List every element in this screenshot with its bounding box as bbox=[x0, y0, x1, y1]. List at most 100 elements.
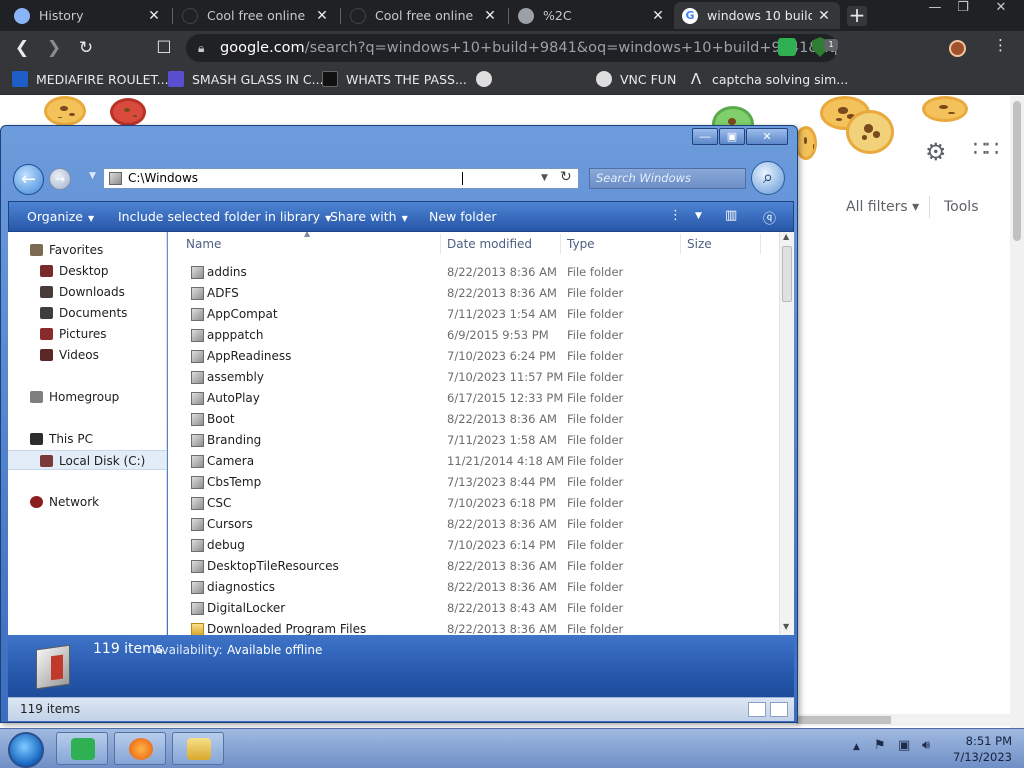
column-header-type[interactable]: Type bbox=[567, 232, 595, 256]
bookmark-whats-the-pass[interactable]: WHATS THE PASS... bbox=[322, 71, 467, 87]
recent-locations-dropdown-icon[interactable]: ▼ bbox=[89, 171, 96, 181]
new-folder-button[interactable]: New folder bbox=[429, 209, 497, 224]
scroll-up-icon[interactable]: ▲ bbox=[783, 232, 789, 241]
settings-gear-icon[interactable]: ⚙ bbox=[925, 138, 947, 166]
table-row[interactable]: Cursors 8/22/2013 8:36 AM File folder bbox=[168, 514, 778, 535]
flag-icon[interactable]: ⚑ bbox=[874, 738, 886, 753]
profile-avatar[interactable] bbox=[949, 40, 966, 57]
table-row[interactable]: AppCompat 7/11/2023 1:54 AM File folder bbox=[168, 304, 778, 325]
bookmark-mediafire[interactable]: MEDIAFIRE ROULET... bbox=[12, 71, 169, 87]
restore-icon[interactable]: ❐ bbox=[950, 1, 976, 17]
large-icons-view-icon[interactable] bbox=[770, 702, 788, 717]
nav-homegroup[interactable]: Homegroup bbox=[8, 387, 166, 407]
tab-close-icon[interactable]: ✕ bbox=[816, 8, 832, 24]
column-separator[interactable] bbox=[760, 234, 761, 254]
taskbar-app-firefox[interactable] bbox=[114, 732, 166, 765]
back-icon[interactable]: ❮ bbox=[10, 36, 34, 60]
details-view-icon[interactable] bbox=[748, 702, 766, 717]
table-row[interactable]: addins 8/22/2013 8:36 AM File folder bbox=[168, 262, 778, 283]
taskbar-clock[interactable]: 8:51 PM 7/13/2023 bbox=[948, 733, 1012, 765]
table-row[interactable]: Branding 7/11/2023 1:58 AM File folder bbox=[168, 430, 778, 451]
minimize-icon[interactable]: — bbox=[922, 1, 948, 17]
table-row[interactable]: AppReadiness 7/10/2023 6:24 PM File folder bbox=[168, 346, 778, 367]
table-row[interactable]: diagnostics 8/22/2013 8:36 AM File folder bbox=[168, 577, 778, 598]
bookmark-icon[interactable]: ☐ bbox=[152, 36, 176, 60]
tab-google-search[interactable]: G windows 10 build 98 ✕ bbox=[674, 2, 840, 29]
tab-cool-games-2[interactable]: Cool free online gam ✕ bbox=[342, 2, 506, 29]
tab-close-icon[interactable]: ✕ bbox=[650, 8, 666, 24]
tab-close-icon[interactable]: ✕ bbox=[482, 8, 498, 24]
table-row[interactable]: Downloaded Program Files 8/22/2013 8:36 A… bbox=[168, 619, 778, 635]
address-bar[interactable]: 🔒︎ google.com/search?q=windows+10+build+… bbox=[186, 34, 838, 62]
table-row[interactable]: DesktopTileResources 8/22/2013 8:36 AM Fil… bbox=[168, 556, 778, 577]
view-dropdown-icon[interactable]: ▼ bbox=[695, 211, 702, 221]
column-header-name[interactable]: Name bbox=[186, 232, 221, 256]
table-row[interactable]: CSC 7/10/2023 6:18 PM File folder bbox=[168, 493, 778, 514]
column-separator[interactable] bbox=[440, 234, 441, 254]
tab-history[interactable]: History ✕ bbox=[6, 2, 170, 29]
bookmark-smash-glass[interactable]: SMASH GLASS IN C... bbox=[168, 71, 324, 87]
preview-pane-icon[interactable]: ▥ bbox=[725, 208, 737, 223]
nav-videos[interactable]: Videos bbox=[8, 345, 166, 365]
table-row[interactable]: DigitalLocker 8/22/2013 8:43 AM File folde… bbox=[168, 598, 778, 619]
taskbar-app-explorer[interactable] bbox=[172, 732, 224, 765]
reload-icon[interactable]: ↻ bbox=[74, 36, 98, 60]
address-dropdown-icon[interactable]: ▼ bbox=[541, 169, 548, 188]
minimize-icon[interactable]: ― bbox=[692, 128, 718, 145]
table-row[interactable]: ADFS 8/22/2013 8:36 AM File folder bbox=[168, 283, 778, 304]
nav-downloads[interactable]: Downloads bbox=[8, 282, 166, 302]
explorer-address-bar[interactable]: C:\Windows ▼ ↻ bbox=[103, 168, 579, 189]
file-list-scrollbar[interactable]: ▲ ▼ bbox=[779, 232, 794, 635]
extension-green-icon[interactable] bbox=[778, 38, 796, 56]
table-row[interactable]: apppatch 6/9/2015 9:53 PM File folder bbox=[168, 325, 778, 346]
scrollbar-thumb[interactable] bbox=[782, 246, 792, 302]
column-separator[interactable] bbox=[560, 234, 561, 254]
nav-network[interactable]: Network bbox=[8, 492, 166, 512]
nav-documents[interactable]: Documents bbox=[8, 303, 166, 323]
tab-close-icon[interactable]: ✕ bbox=[146, 8, 162, 24]
apps-grid-icon[interactable]: ∷∷ bbox=[973, 137, 999, 162]
all-filters-button[interactable]: All filters ▾ bbox=[846, 199, 919, 215]
search-icon[interactable]: ⌕ bbox=[751, 161, 785, 195]
refresh-icon[interactable]: ↻ bbox=[560, 168, 572, 187]
network-tray-icon[interactable]: ▣ bbox=[898, 738, 910, 753]
help-icon[interactable]: ⓠ bbox=[763, 208, 776, 227]
volume-icon[interactable]: 🔊︎ bbox=[922, 738, 930, 753]
forward-arrow-icon[interactable]: → bbox=[49, 168, 71, 190]
kebab-menu-icon[interactable]: ⋮ bbox=[993, 36, 1008, 54]
scrollbar-thumb[interactable] bbox=[796, 716, 891, 724]
nav-favorites[interactable]: Favorites bbox=[8, 240, 166, 260]
back-arrow-icon[interactable]: ← bbox=[13, 164, 44, 195]
organize-button[interactable]: Organize ▼ bbox=[27, 209, 94, 224]
table-row[interactable]: AutoPlay 6/17/2015 12:33 PM File folder bbox=[168, 388, 778, 409]
nav-local-disk[interactable]: Local Disk (C:) bbox=[8, 450, 166, 470]
new-tab-button[interactable]: + bbox=[847, 5, 867, 26]
start-button[interactable] bbox=[8, 732, 44, 768]
share-with-button[interactable]: Share with ▼ bbox=[330, 209, 408, 224]
column-separator[interactable] bbox=[680, 234, 681, 254]
table-row[interactable]: Boot 8/22/2013 8:36 AM File folder bbox=[168, 409, 778, 430]
bookmark-4[interactable] bbox=[476, 71, 500, 87]
table-row[interactable]: assembly 7/10/2023 11:57 PM File folder bbox=[168, 367, 778, 388]
page-scrollbar[interactable] bbox=[1010, 96, 1024, 728]
view-options-icon[interactable]: ⋮ bbox=[669, 208, 682, 223]
nav-desktop[interactable]: Desktop bbox=[8, 261, 166, 281]
nav-pictures[interactable]: Pictures bbox=[8, 324, 166, 344]
tools-button[interactable]: Tools bbox=[944, 199, 979, 215]
table-row[interactable]: CbsTemp 7/13/2023 8:44 PM File folder bbox=[168, 472, 778, 493]
window-close-icon[interactable]: ✕ bbox=[988, 1, 1014, 17]
bookmark-vnc-fun[interactable]: VNC FUN bbox=[596, 71, 676, 87]
tab-2c[interactable]: %2C ✕ bbox=[510, 2, 674, 29]
search-input[interactable]: Search Windows bbox=[589, 168, 746, 189]
close-icon[interactable]: ✕ bbox=[746, 128, 788, 145]
nav-this-pc[interactable]: This PC bbox=[8, 429, 166, 449]
scrollbar-thumb[interactable] bbox=[1013, 101, 1021, 241]
include-in-library-button[interactable]: Include selected folder in library ▼ bbox=[118, 209, 331, 224]
tab-close-icon[interactable]: ✕ bbox=[314, 8, 330, 24]
column-header-date[interactable]: Date modified bbox=[447, 232, 532, 256]
taskbar-app-messages[interactable] bbox=[56, 732, 108, 765]
bookmark-captcha[interactable]: Λ captcha solving sim... bbox=[688, 71, 848, 87]
scroll-down-icon[interactable]: ▼ bbox=[783, 622, 789, 631]
show-hidden-icons[interactable]: ▲ bbox=[853, 742, 860, 752]
page-horizontal-scrollbar[interactable] bbox=[796, 714, 1010, 726]
